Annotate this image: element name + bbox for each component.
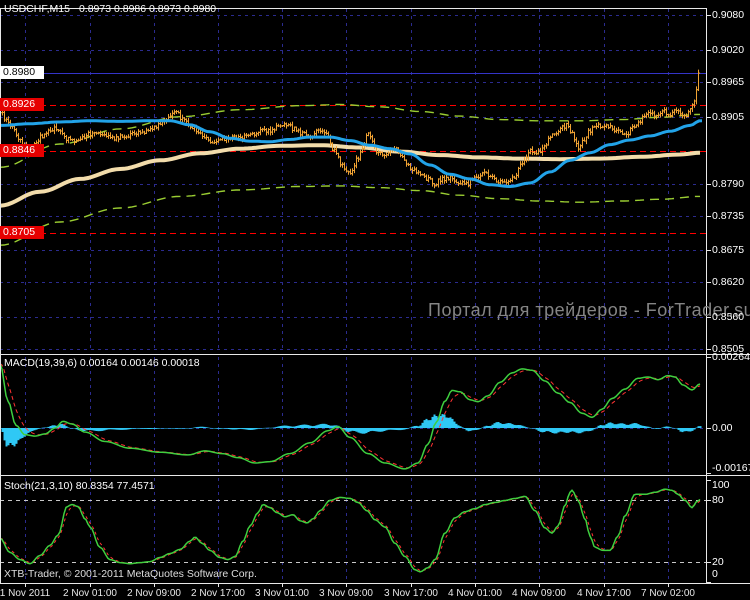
watermark: Портал для трейдеров - ForTrader.su bbox=[428, 300, 750, 320]
price-axis-label: 0.9080 bbox=[712, 9, 745, 21]
price-tag-red: 0.8846 bbox=[0, 144, 44, 157]
price-axis-label: 0.8675 bbox=[712, 244, 745, 256]
stoch-axis-label: 0 bbox=[712, 568, 718, 580]
time-axis-label: 2 Nov 17:00 bbox=[191, 588, 245, 599]
price-axis-label: 0.8965 bbox=[712, 76, 745, 88]
time-axis-label: 2 Nov 09:00 bbox=[127, 588, 181, 599]
price-axis-label: 0.8735 bbox=[712, 210, 745, 222]
price-tag-current: 0.8980 bbox=[0, 66, 44, 79]
price-axis-label: 0.8560 bbox=[712, 311, 745, 323]
macd-axis-label: 0.00 bbox=[712, 422, 733, 434]
price-axis-label: 0.8620 bbox=[712, 276, 745, 288]
symbol-period-label: USDCHF,M15 bbox=[4, 3, 70, 15]
macd-axis-label: 0.00264 bbox=[712, 351, 750, 363]
stoch-axis-label: 80 bbox=[712, 494, 724, 506]
time-axis-label: 4 Nov 01:00 bbox=[448, 588, 502, 599]
copyright-label: XTB-Trader, © 2001-2011 MetaQuotes Softw… bbox=[4, 568, 257, 580]
chart-title: USDCHF,M15 0.8973 0.8986 0.8973 0.8980 bbox=[4, 3, 216, 16]
stoch-axis-label: 20 bbox=[712, 556, 724, 568]
price-tag-red: 0.8705 bbox=[0, 226, 44, 239]
price-axis-label: 0.8905 bbox=[712, 111, 745, 123]
time-axis-label: 4 Nov 17:00 bbox=[577, 588, 631, 599]
time-axis-label: 3 Nov 09:00 bbox=[319, 588, 373, 599]
price-tag-red: 0.8926 bbox=[0, 98, 44, 111]
macd-axis-label: -0.00167 bbox=[712, 462, 750, 474]
time-axis-label: 2 Nov 01:00 bbox=[63, 588, 117, 599]
ohlc-values: 0.8973 0.8986 0.8973 0.8980 bbox=[78, 3, 217, 15]
time-axis-label: 3 Nov 17:00 bbox=[384, 588, 438, 599]
price-axis-label: 0.9020 bbox=[712, 44, 745, 56]
time-axis-label: 1 Nov 2011 bbox=[0, 588, 51, 599]
time-axis-label: 4 Nov 09:00 bbox=[512, 588, 566, 599]
macd-indicator-label: MACD(19,39,6) 0.00164 0.00146 0.00018 bbox=[4, 357, 200, 369]
mt4-chart-window[interactable]: USDCHF,M15 0.8973 0.8986 0.8973 0.8980 MA… bbox=[0, 0, 750, 600]
time-axis-label: 7 Nov 02:00 bbox=[641, 588, 695, 599]
time-axis-label: 3 Nov 01:00 bbox=[255, 588, 309, 599]
macd-panel[interactable] bbox=[0, 356, 706, 474]
stoch-axis-label: 100 bbox=[712, 479, 730, 491]
stoch-indicator-label: Stoch(21,3,10) 80.8354 77.4571 bbox=[4, 480, 155, 492]
price-axis-label: 0.8790 bbox=[712, 178, 745, 190]
